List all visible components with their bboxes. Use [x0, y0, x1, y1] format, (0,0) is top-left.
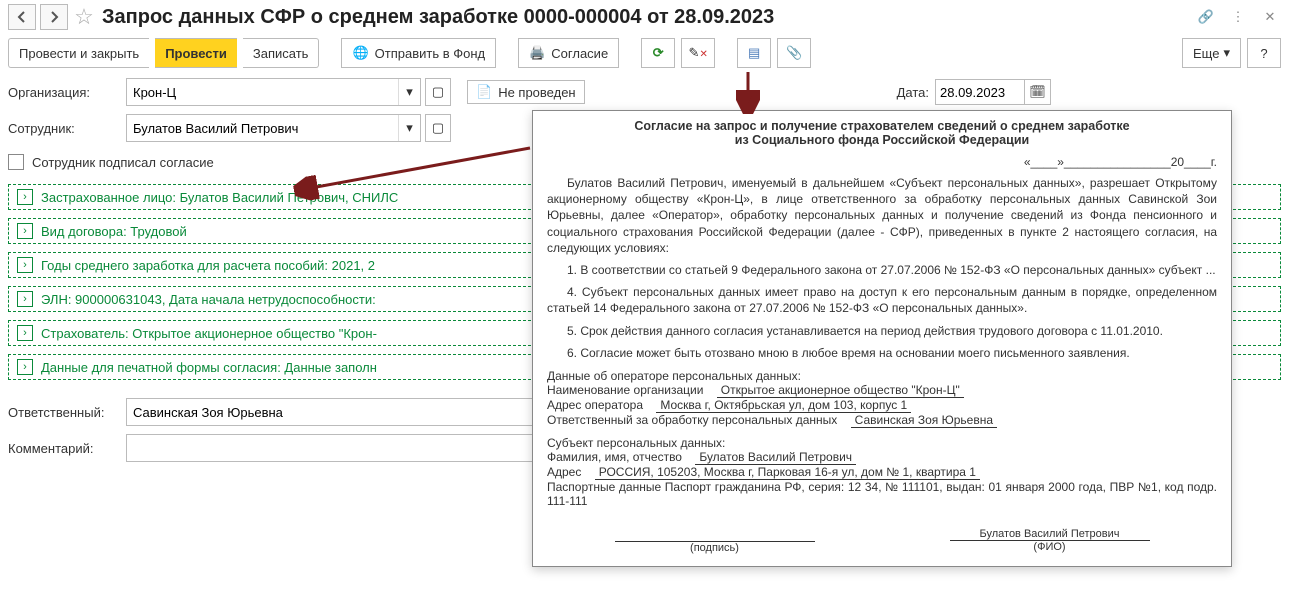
doc-sign-name: Булатов Василий Петрович: [950, 528, 1150, 541]
consent-signed-checkbox[interactable]: [8, 154, 24, 170]
nav-back-button[interactable]: [8, 4, 36, 30]
org-input-wrap: ▾: [126, 78, 421, 106]
doc-subj-addr-l: Адрес: [547, 465, 581, 479]
consent-signed-label: Сотрудник подписал согласие: [32, 155, 214, 170]
doc-op-name-l: Наименование организации: [547, 383, 703, 397]
printer-icon: 🖨️: [529, 45, 545, 61]
expand-icon: ›: [17, 359, 33, 375]
pencil-x-icon: ✎✕: [689, 45, 708, 61]
expand-icon: ›: [17, 325, 33, 341]
expand-icon: ›: [17, 257, 33, 273]
org-open[interactable]: ▢: [425, 78, 451, 106]
doc-sign-fio: (ФИО): [950, 541, 1150, 553]
doc-op-name-v: Открытое акционерное общество "Крон-Ц": [717, 383, 964, 398]
globe-icon: 🌐: [352, 45, 368, 61]
employee-input-wrap: ▾: [126, 114, 421, 142]
employee-input[interactable]: [127, 115, 398, 141]
employee-open[interactable]: ▢: [425, 114, 451, 142]
doc-subj-passport: Паспортные данные Паспорт гражданина РФ,…: [547, 480, 1217, 508]
doc-op-resp-v: Савинская Зоя Юрьевна: [851, 413, 997, 428]
post-button[interactable]: Провести: [155, 38, 237, 68]
send-to-fund-button[interactable]: 🌐 Отправить в Фонд: [341, 38, 496, 68]
status-box: 📄 Не проведен: [467, 80, 585, 104]
doc-subj-addr-v: РОССИЯ, 105203, Москва г, Парковая 16-я …: [595, 465, 980, 480]
favorite-star[interactable]: ☆: [72, 5, 96, 29]
write-button[interactable]: Записать: [243, 38, 320, 68]
arrow-left-icon: [14, 9, 30, 25]
doc-op-resp-l: Ответственный за обработку персональных …: [547, 413, 837, 427]
org-dropdown[interactable]: ▾: [398, 79, 420, 105]
doc-p1: Булатов Василий Петрович, именуемый в да…: [547, 175, 1217, 256]
doc-op-addr-l: Адрес оператора: [547, 398, 643, 412]
paperclip-icon: 📎: [786, 45, 802, 61]
nav-forward-button[interactable]: [40, 4, 68, 30]
doc-p5: 6. Согласие может быть отозвано мною в л…: [547, 345, 1217, 361]
employee-dropdown[interactable]: ▾: [398, 115, 420, 141]
doc-status-icon: 📄: [476, 84, 492, 100]
org-label: Организация:: [8, 85, 126, 100]
chevron-down-icon: ▾: [1223, 45, 1230, 61]
expand-icon: ›: [17, 291, 33, 307]
org-input[interactable]: [127, 79, 398, 105]
status-text: Не проведен: [498, 85, 575, 100]
date-label: Дата:: [897, 85, 929, 100]
doc-dateline: «____»________________20____г.: [547, 155, 1217, 169]
date-input[interactable]: [935, 79, 1025, 105]
employee-label: Сотрудник:: [8, 121, 126, 136]
doc-sign-podpis: (подпись): [615, 542, 815, 554]
responsible-label: Ответственный:: [8, 405, 126, 420]
expand-icon: ›: [17, 223, 33, 239]
expand-icon: ›: [17, 189, 33, 205]
refresh-button[interactable]: ⟳: [641, 38, 675, 68]
doc-p2: 1. В соответствии со статьей 9 Федеральн…: [547, 262, 1217, 278]
doc-operator-header: Данные об операторе персональных данных:: [547, 369, 1217, 383]
doc-op-addr-v: Москва г, Октябрьская ул, дом 103, корпу…: [656, 398, 911, 413]
window-title: Запрос данных СФР о среднем заработке 00…: [102, 6, 1195, 29]
post-and-close-button[interactable]: Провести и закрыть: [8, 38, 149, 68]
doc-p3: 4. Субъект персональных данных имеет пра…: [547, 284, 1217, 316]
arrow-right-icon: [46, 9, 62, 25]
doc-title-1: Согласие на запрос и получение страховат…: [547, 119, 1217, 133]
comment-label: Комментарий:: [8, 441, 126, 456]
doc-p4: 5. Срок действия данного согласия устана…: [547, 323, 1217, 339]
calendar-icon: 🗓: [1029, 84, 1046, 100]
doc-title-2: из Социального фонда Российской Федераци…: [547, 133, 1217, 147]
clear-button[interactable]: ✎✕: [681, 38, 715, 68]
consent-button[interactable]: 🖨️ Согласие: [518, 38, 619, 68]
consent-document-preview: Согласие на запрос и получение страховат…: [532, 110, 1232, 567]
refresh-icon: ⟳: [653, 45, 664, 61]
link-icon[interactable]: 🔗: [1195, 6, 1217, 28]
kebab-menu-icon[interactable]: ⋮: [1227, 6, 1249, 28]
attach-button[interactable]: 📎: [777, 38, 811, 68]
document-icon: ▤: [748, 45, 760, 61]
close-icon[interactable]: ✕: [1259, 6, 1281, 28]
calendar-button[interactable]: 🗓: [1025, 79, 1051, 105]
doc-subj-fio-v: Булатов Василий Петрович: [695, 450, 856, 465]
more-button[interactable]: Еще ▾: [1182, 38, 1241, 68]
document-button[interactable]: ▤: [737, 38, 771, 68]
doc-subject-header: Субъект персональных данных:: [547, 436, 1217, 450]
help-button[interactable]: ?: [1247, 38, 1281, 68]
doc-subj-fio-l: Фамилия, имя, отчество: [547, 450, 682, 464]
